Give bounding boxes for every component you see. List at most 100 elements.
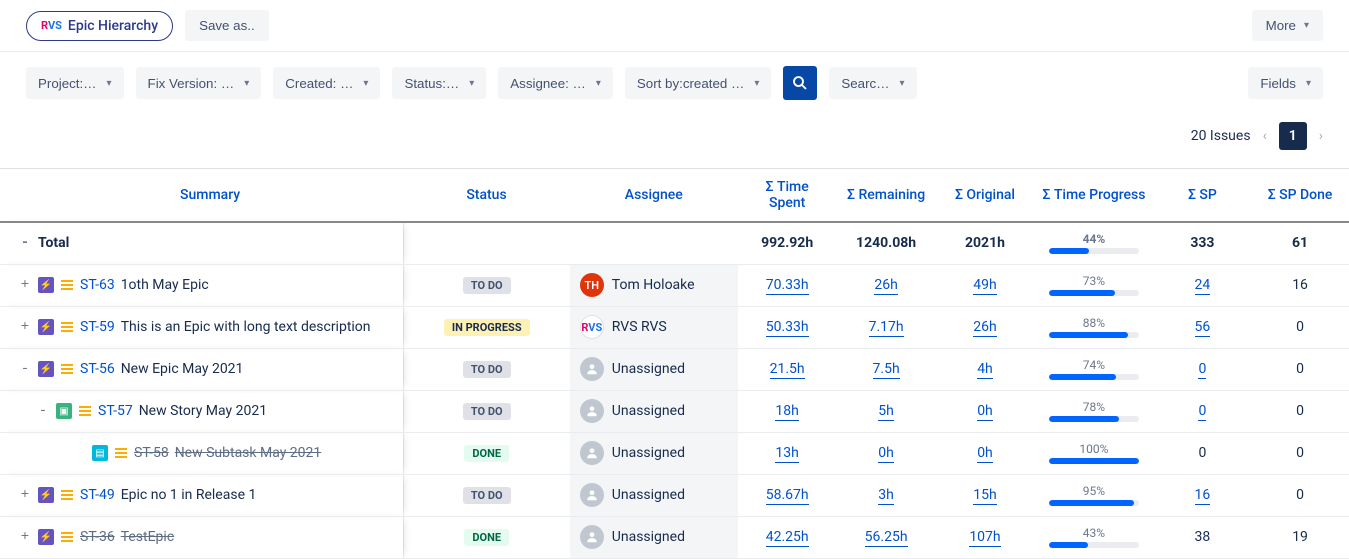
- assignee-name: Unassigned: [612, 361, 685, 377]
- issue-summary: 1oth May Epic: [121, 277, 209, 293]
- epic-icon: ⚡: [38, 529, 54, 545]
- issue-summary: Epic no 1 in Release 1: [121, 487, 257, 503]
- original-link[interactable]: 49h: [973, 277, 996, 295]
- epic-hierarchy-pill[interactable]: RVS Epic Hierarchy: [26, 11, 173, 41]
- sp-link[interactable]: 24: [1195, 277, 1211, 295]
- expander-icon[interactable]: +: [18, 529, 32, 545]
- sortby-filter[interactable]: Sort by:created …▾: [625, 67, 771, 99]
- issue-key-link[interactable]: ST-49: [80, 487, 115, 503]
- original-link[interactable]: 4h: [977, 361, 993, 379]
- collapse-icon[interactable]: -: [18, 235, 32, 251]
- original-link[interactable]: 107h: [969, 529, 1000, 547]
- expander-icon[interactable]: +: [18, 319, 32, 335]
- search-dropdown[interactable]: Searc…▾: [829, 67, 916, 99]
- priority-icon: [78, 404, 92, 418]
- chevron-down-icon: ▾: [1304, 20, 1309, 31]
- remaining-link[interactable]: 0h: [878, 445, 894, 463]
- header-progress[interactable]: Σ Time Progress: [1034, 169, 1153, 223]
- header-timespent[interactable]: Σ Time Spent: [738, 169, 837, 223]
- progress-bar: 74%: [1042, 358, 1145, 380]
- created-filter[interactable]: Created: …▾: [273, 67, 380, 99]
- remaining-link[interactable]: 3h: [878, 487, 894, 505]
- issue-key-link[interactable]: ST-56: [80, 361, 115, 377]
- table-row: - ⚡ ST-56 New Epic May 2021 TO DO Unassi…: [0, 348, 1349, 390]
- header-remaining[interactable]: Σ Remaining: [836, 169, 935, 223]
- timespent-link[interactable]: 42.25h: [766, 529, 809, 547]
- search-button[interactable]: [783, 66, 817, 100]
- avatar: [580, 441, 604, 465]
- totals-original: 2021h: [936, 222, 1035, 264]
- chevron-down-icon: ▾: [244, 78, 249, 89]
- spdone-value: 0: [1296, 403, 1304, 419]
- timespent-link[interactable]: 18h: [775, 403, 798, 421]
- original-link[interactable]: 0h: [977, 445, 993, 463]
- original-link[interactable]: 0h: [977, 403, 993, 421]
- remaining-link[interactable]: 5h: [878, 403, 894, 421]
- totals-remaining: 1240.08h: [836, 222, 935, 264]
- chevron-down-icon: ▾: [1306, 78, 1311, 89]
- header-summary[interactable]: Summary: [0, 169, 403, 223]
- status-badge: TO DO: [463, 277, 511, 294]
- status-badge: DONE: [464, 529, 509, 546]
- priority-icon: [114, 446, 128, 460]
- remaining-link[interactable]: 56.25h: [865, 529, 908, 547]
- more-button[interactable]: More ▾: [1252, 10, 1323, 41]
- spdone-value: 0: [1296, 319, 1304, 335]
- avatar: [580, 399, 604, 423]
- status-filter[interactable]: Status:…▾: [392, 67, 486, 99]
- header-original[interactable]: Σ Original: [936, 169, 1035, 223]
- chevron-down-icon: ▾: [596, 78, 601, 89]
- original-link[interactable]: 15h: [973, 487, 996, 505]
- timespent-link[interactable]: 13h: [775, 445, 798, 463]
- table-row: - ▣ ST-57 New Story May 2021 TO DO Unass…: [0, 390, 1349, 432]
- issue-key-link[interactable]: ST-59: [80, 319, 115, 335]
- sp-link[interactable]: 0: [1198, 403, 1206, 421]
- header-sp[interactable]: Σ SP: [1154, 169, 1251, 223]
- page-prev[interactable]: ‹: [1263, 128, 1267, 144]
- epic-icon: ⚡: [38, 487, 54, 503]
- progress-bar: 100%: [1042, 442, 1145, 464]
- header-spdone[interactable]: Σ SP Done: [1251, 169, 1349, 223]
- timespent-link[interactable]: 21.5h: [770, 361, 805, 379]
- sp-link[interactable]: 56: [1195, 319, 1211, 337]
- remaining-link[interactable]: 7.5h: [873, 361, 900, 379]
- assignee-name: Unassigned: [612, 487, 685, 503]
- header-status[interactable]: Status: [403, 169, 570, 223]
- remaining-link[interactable]: 7.17h: [869, 319, 904, 337]
- project-filter[interactable]: Project:…▾: [26, 67, 124, 99]
- totals-progress: 44%: [1042, 232, 1145, 254]
- chevron-down-icon: ▾: [900, 78, 905, 89]
- issue-summary: TestEpic: [121, 529, 174, 545]
- original-link[interactable]: 26h: [973, 319, 996, 337]
- issue-key-link[interactable]: ST-63: [80, 277, 115, 293]
- expander-icon[interactable]: -: [36, 403, 50, 419]
- remaining-link[interactable]: 26h: [874, 277, 897, 295]
- assignee-name: Unassigned: [612, 445, 685, 461]
- expander-icon[interactable]: -: [18, 361, 32, 377]
- issue-key-link[interactable]: ST-57: [98, 403, 133, 419]
- fixversion-filter[interactable]: Fix Version: …▾: [136, 67, 262, 99]
- fields-button[interactable]: Fields▾: [1248, 67, 1323, 99]
- expander-icon[interactable]: +: [18, 487, 32, 503]
- filter-bar: Project:…▾ Fix Version: …▾ Created: …▾ S…: [0, 52, 1349, 114]
- save-as-button[interactable]: Save as..: [185, 10, 269, 41]
- totals-label: -Total: [0, 222, 403, 264]
- epic-icon: ⚡: [38, 361, 54, 377]
- progress-bar: 73%: [1042, 274, 1145, 296]
- expander-icon[interactable]: +: [18, 277, 32, 293]
- page-next[interactable]: ›: [1319, 128, 1323, 144]
- header-assignee[interactable]: Assignee: [570, 169, 738, 223]
- status-badge: TO DO: [463, 487, 511, 504]
- timespent-link[interactable]: 70.33h: [766, 277, 809, 295]
- timespent-link[interactable]: 58.67h: [766, 487, 809, 505]
- page-current[interactable]: 1: [1279, 122, 1307, 150]
- progress-bar: 43%: [1042, 526, 1145, 548]
- priority-icon: [60, 278, 74, 292]
- assignee-name: Tom Holoake: [612, 277, 695, 293]
- issue-key-link[interactable]: ST-36: [80, 529, 115, 545]
- sp-link[interactable]: 16: [1195, 487, 1211, 505]
- timespent-link[interactable]: 50.33h: [766, 319, 809, 337]
- assignee-filter[interactable]: Assignee: …▾: [498, 67, 613, 99]
- issue-key-link[interactable]: ST-58: [134, 445, 169, 461]
- sp-link[interactable]: 0: [1198, 361, 1206, 379]
